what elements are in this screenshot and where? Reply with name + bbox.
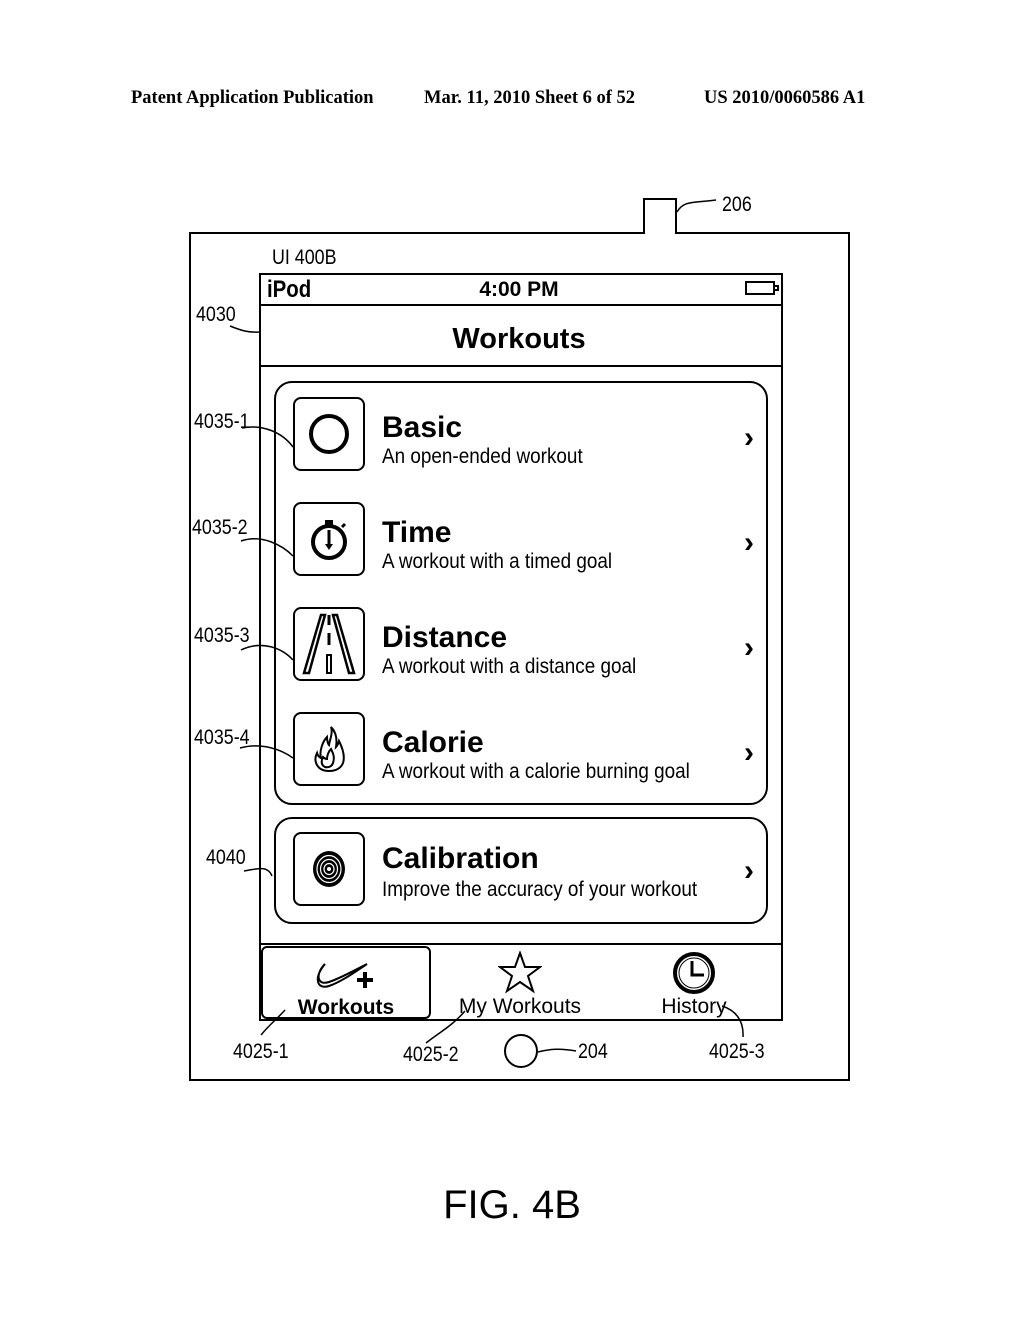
leader-home-button: [537, 1048, 577, 1053]
item-title: Time: [382, 516, 452, 549]
status-time: 4:00 PM: [479, 278, 559, 301]
circle-icon: [293, 397, 365, 471]
item-subtitle: A workout with a distance goal: [382, 655, 637, 678]
chevron-right-icon: ›: [744, 736, 754, 769]
stopwatch-icon: [293, 502, 365, 576]
item-subtitle: A workout with a calorie burning goal: [382, 760, 690, 783]
target-icon: [293, 832, 365, 906]
list-item-basic[interactable]: Basic An open-ended workout ›: [276, 397, 766, 487]
road-icon: [293, 607, 365, 681]
leader-side-button: [676, 199, 717, 213]
clock-icon: [607, 951, 781, 995]
item-subtitle: A workout with a timed goal: [382, 550, 613, 573]
chevron-right-icon: ›: [744, 854, 754, 887]
chevron-right-icon: ›: [744, 421, 754, 454]
tab-history[interactable]: History: [607, 945, 781, 1021]
list-item-time[interactable]: Time A workout with a timed goal ›: [276, 502, 766, 592]
page-title: Workouts: [452, 323, 586, 355]
status-bar: iPod 4:00 PM: [259, 273, 783, 306]
list-item-distance[interactable]: Distance A workout with a distance goal …: [276, 607, 766, 697]
item-title: Basic: [382, 411, 463, 444]
list-item-calorie[interactable]: Calorie A workout with a calorie burning…: [276, 712, 766, 802]
tab-workouts[interactable]: Workouts: [261, 946, 431, 1019]
swoosh-plus-icon: [263, 954, 429, 994]
tab-label: My Workouts: [458, 995, 582, 1018]
calibration-group: Calibration Improve the accuracy of your…: [274, 817, 768, 924]
item-title: Calorie: [382, 726, 484, 759]
workout-list: Basic An open-ended workout › Time A wor…: [274, 381, 768, 805]
item-title: Distance: [382, 621, 508, 654]
star-icon: [433, 951, 607, 995]
tab-label: Workouts: [297, 996, 395, 1019]
item-subtitle: Improve the accuracy of your workout: [382, 878, 698, 901]
item-title: Calibration: [382, 842, 539, 875]
tab-bar: Workouts My Workouts History: [259, 943, 783, 1021]
leader-nav-bar: [229, 325, 261, 333]
battery-icon: [745, 281, 779, 295]
figure-caption: FIG. 4B: [443, 1183, 581, 1227]
nav-bar: Workouts: [259, 305, 783, 367]
chevron-right-icon: ›: [744, 526, 754, 559]
list-item-calibration[interactable]: Calibration Improve the accuracy of your…: [276, 832, 766, 922]
item-subtitle: An open-ended workout: [382, 445, 583, 468]
chevron-right-icon: ›: [744, 631, 754, 664]
tab-label: History: [661, 995, 727, 1018]
tab-my-workouts[interactable]: My Workouts: [433, 945, 607, 1021]
flame-icon: [293, 712, 365, 786]
